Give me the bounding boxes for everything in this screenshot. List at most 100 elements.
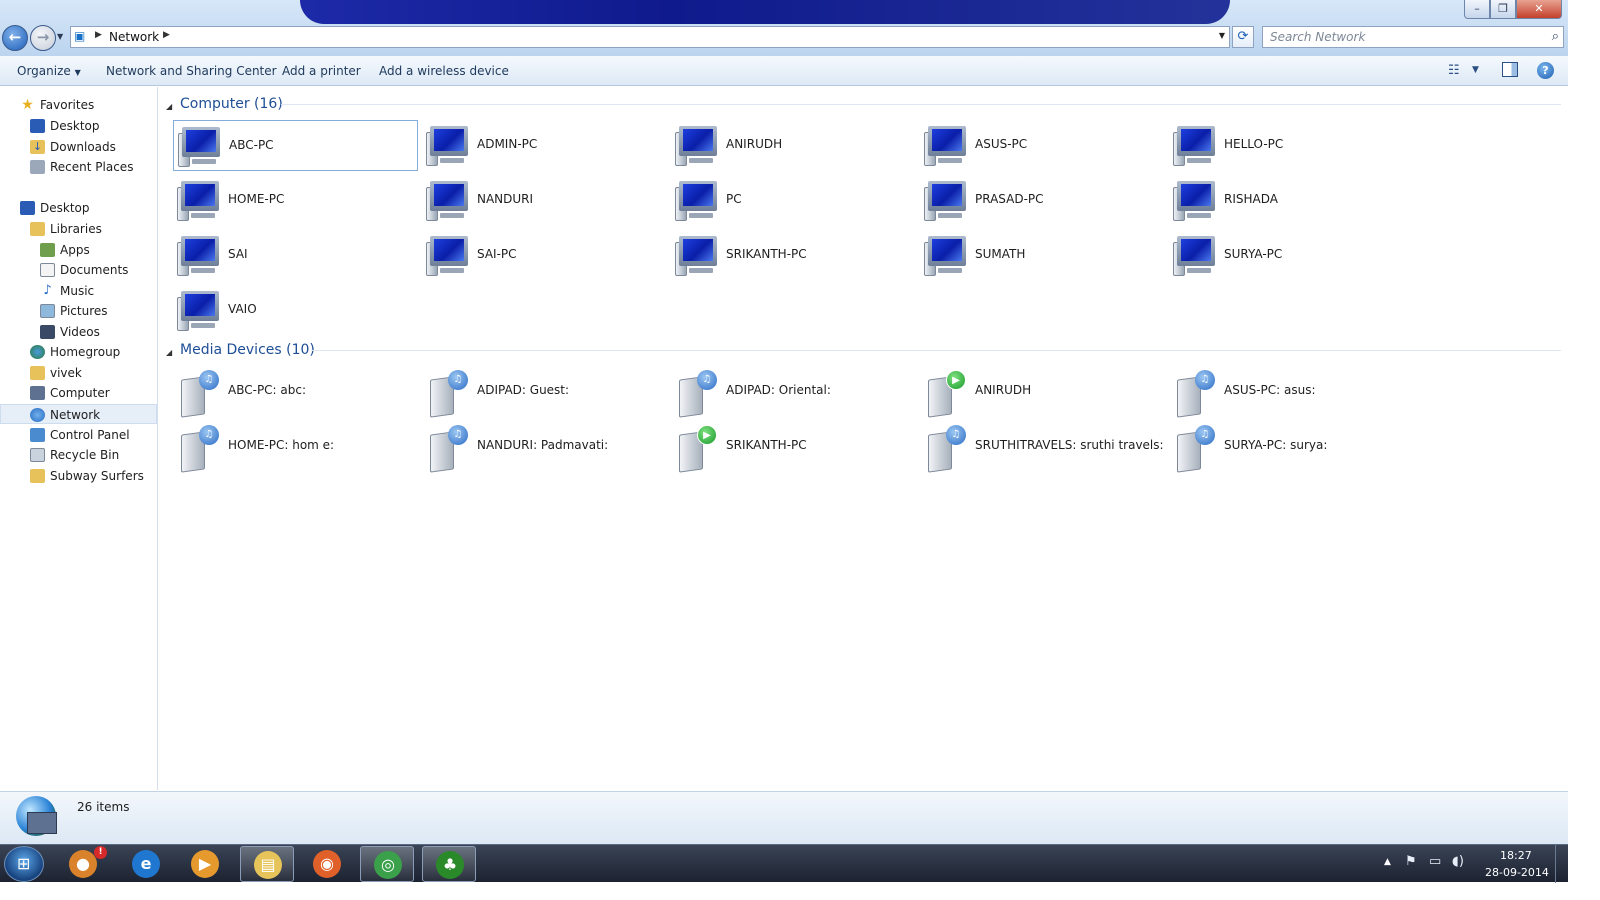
change-view-icon[interactable]: ☷ <box>1448 63 1460 78</box>
sidebar-item-libraries[interactable]: Libraries <box>0 219 157 239</box>
taskbar-button[interactable]: ▶ <box>178 846 232 882</box>
clock-time[interactable]: 18:27 <box>1500 849 1532 862</box>
breadcrumb-chevron-icon[interactable]: ▶ <box>163 30 170 40</box>
computer-tile[interactable]: ABC-PC <box>173 120 418 171</box>
action-center-flag-icon[interactable]: ⚑ <box>1405 854 1417 869</box>
media-device-tile[interactable]: ♫ NANDURI: Padmavati: <box>422 421 667 473</box>
taskbar-button[interactable]: ◉ <box>300 846 354 882</box>
sidebar-item-network[interactable]: Network <box>0 404 157 424</box>
taskbar-button[interactable]: ♣ <box>422 846 476 882</box>
computer-tile[interactable]: ANIRUDH <box>671 120 916 171</box>
media-device-tile[interactable]: ♫ ASUS-PC: asus: <box>1169 366 1414 418</box>
computer-tile[interactable]: SAI <box>173 230 418 281</box>
computer-name: HOME-PC <box>228 192 285 206</box>
user-folder-icon <box>30 366 45 380</box>
help-icon[interactable]: ? <box>1537 62 1554 79</box>
collapse-triangle-icon[interactable]: ◢ <box>166 102 172 111</box>
computer-tile[interactable]: VAIO <box>173 285 418 336</box>
sidebar-item-favorites[interactable]: ★ Favorites <box>0 95 157 115</box>
computer-tile[interactable]: ADMIN-PC <box>422 120 667 171</box>
computer-tile[interactable]: SURYA-PC <box>1169 230 1414 281</box>
clock-date[interactable]: 28-09-2014 <box>1485 866 1549 879</box>
sidebar-item-vivek[interactable]: vivek <box>0 363 157 383</box>
add-wireless-device-button[interactable]: Add a wireless device <box>379 64 509 78</box>
sidebar-item-label: Pictures <box>60 304 108 318</box>
collapse-triangle-icon[interactable]: ◢ <box>166 348 172 357</box>
view-options-dropdown-icon[interactable]: ▼ <box>1472 65 1479 75</box>
sidebar-item-homegroup[interactable]: Homegroup <box>0 342 157 362</box>
sidebar-item-music[interactable]: ♪ Music <box>0 281 157 301</box>
folder-icon <box>30 469 45 483</box>
start-button[interactable]: ⊞ <box>4 846 44 882</box>
apps-library-icon <box>40 243 55 257</box>
computer-tile[interactable]: HELLO-PC <box>1169 120 1414 171</box>
title-bar-decoration <box>300 0 1230 24</box>
computer-tile[interactable]: NANDURI <box>422 175 667 226</box>
computer-tile[interactable]: SRIKANTH-PC <box>671 230 916 281</box>
sidebar-item-recent-places[interactable]: Recent Places <box>0 157 157 177</box>
add-printer-button[interactable]: Add a printer <box>282 64 361 78</box>
media-device-tile[interactable]: ♫ SURYA-PC: surya: <box>1169 421 1414 473</box>
sidebar-item-pictures[interactable]: Pictures <box>0 301 157 321</box>
computer-tile[interactable]: ASUS-PC <box>920 120 1165 171</box>
computer-tile[interactable]: PRASAD-PC <box>920 175 1165 226</box>
computer-tile[interactable]: HOME-PC <box>173 175 418 226</box>
taskbar-button[interactable]: e <box>119 846 173 882</box>
forward-button[interactable]: → <box>30 25 56 51</box>
taskbar-button[interactable]: ▤ <box>240 846 294 882</box>
sidebar-item-control-panel[interactable]: Control Panel <box>0 425 157 445</box>
media-device-tile[interactable]: ♫ ADIPAD: Oriental: <box>671 366 916 418</box>
media-device-tile[interactable]: ▶ SRIKANTH-PC <box>671 421 916 473</box>
recent-pages-dropdown-icon[interactable]: ▼ <box>57 32 63 41</box>
show-hidden-icons-icon[interactable]: ▲ <box>1384 857 1391 867</box>
close-button[interactable]: ✕ <box>1516 0 1562 19</box>
minimize-button[interactable]: – <box>1464 0 1490 19</box>
recycle-bin-icon <box>30 448 45 462</box>
media-device-tile[interactable]: ▶ ANIRUDH <box>920 366 1165 418</box>
organize-button[interactable]: Organize ▼ <box>17 64 81 78</box>
volume-icon[interactable]: ◖) <box>1452 854 1464 869</box>
search-icon[interactable]: ⌕ <box>1552 29 1559 44</box>
taskbar-button[interactable]: ●! <box>56 846 110 882</box>
media-device-tile[interactable]: ♫ HOME-PC: hom e: <box>173 421 418 473</box>
computer-name: SURYA-PC <box>1224 247 1283 261</box>
sidebar-item-videos[interactable]: Videos <box>0 322 157 342</box>
search-input[interactable]: Search Network ⌕ <box>1262 26 1564 48</box>
libraries-icon <box>30 222 45 236</box>
sidebar-item-documents[interactable]: Documents <box>0 260 157 280</box>
network-sharing-center-button[interactable]: Network and Sharing Center <box>106 64 277 78</box>
sidebar-item-subway-surfers[interactable]: Subway Surfers <box>0 466 157 486</box>
show-desktop-button[interactable] <box>1555 845 1568 883</box>
network-tray-icon[interactable]: ▭ <box>1429 854 1441 869</box>
firefox-icon: ◉ <box>313 850 341 878</box>
chrome-badge-icon: ● <box>69 850 97 878</box>
details-pane: 26 items <box>0 791 1568 844</box>
taskbar-button[interactable]: ◎ <box>360 846 414 882</box>
computer-tile[interactable]: SAI-PC <box>422 230 667 281</box>
media-device-tile[interactable]: ♫ ABC-PC: abc: <box>173 366 418 418</box>
breadcrumb-chevron-icon[interactable]: ▶ <box>95 30 102 40</box>
back-button[interactable]: ← <box>2 25 28 51</box>
media-device-tile[interactable]: ♫ SRUTHITRAVELS: sruthi travels: <box>920 421 1165 473</box>
sidebar-item-label: Desktop <box>40 201 90 215</box>
media-device-tile[interactable]: ♫ ADIPAD: Guest: <box>422 366 667 418</box>
computer-tile[interactable]: SUMATH <box>920 230 1165 281</box>
maximize-button[interactable]: ❐ <box>1490 0 1516 19</box>
sidebar-item-recycle-bin[interactable]: Recycle Bin <box>0 445 157 465</box>
sidebar-item-computer[interactable]: Computer <box>0 383 157 403</box>
media-badge-icon: ♫ <box>448 425 468 445</box>
computer-tile[interactable]: PC <box>671 175 916 226</box>
media-device-icon: ♫ <box>181 425 227 473</box>
sidebar-item-desktop[interactable]: Desktop <box>0 198 157 218</box>
sidebar-item-downloads[interactable]: ↓ Downloads <box>0 137 157 157</box>
preview-pane-icon[interactable] <box>1502 62 1518 77</box>
sidebar-item-desktop-fav[interactable]: Desktop <box>0 116 157 136</box>
computer-tile[interactable]: RISHADA <box>1169 175 1414 226</box>
refresh-button[interactable]: ⟳ <box>1232 26 1254 48</box>
address-dropdown-icon[interactable]: ▼ <box>1219 31 1225 40</box>
breadcrumb-network[interactable]: Network <box>109 30 159 44</box>
sidebar-item-label: Control Panel <box>50 428 130 442</box>
sidebar-item-apps[interactable]: Apps <box>0 240 157 260</box>
address-bar[interactable]: ▣ ▶ Network ▶ ▼ <box>70 26 1230 48</box>
computer-name: HELLO-PC <box>1224 137 1284 151</box>
